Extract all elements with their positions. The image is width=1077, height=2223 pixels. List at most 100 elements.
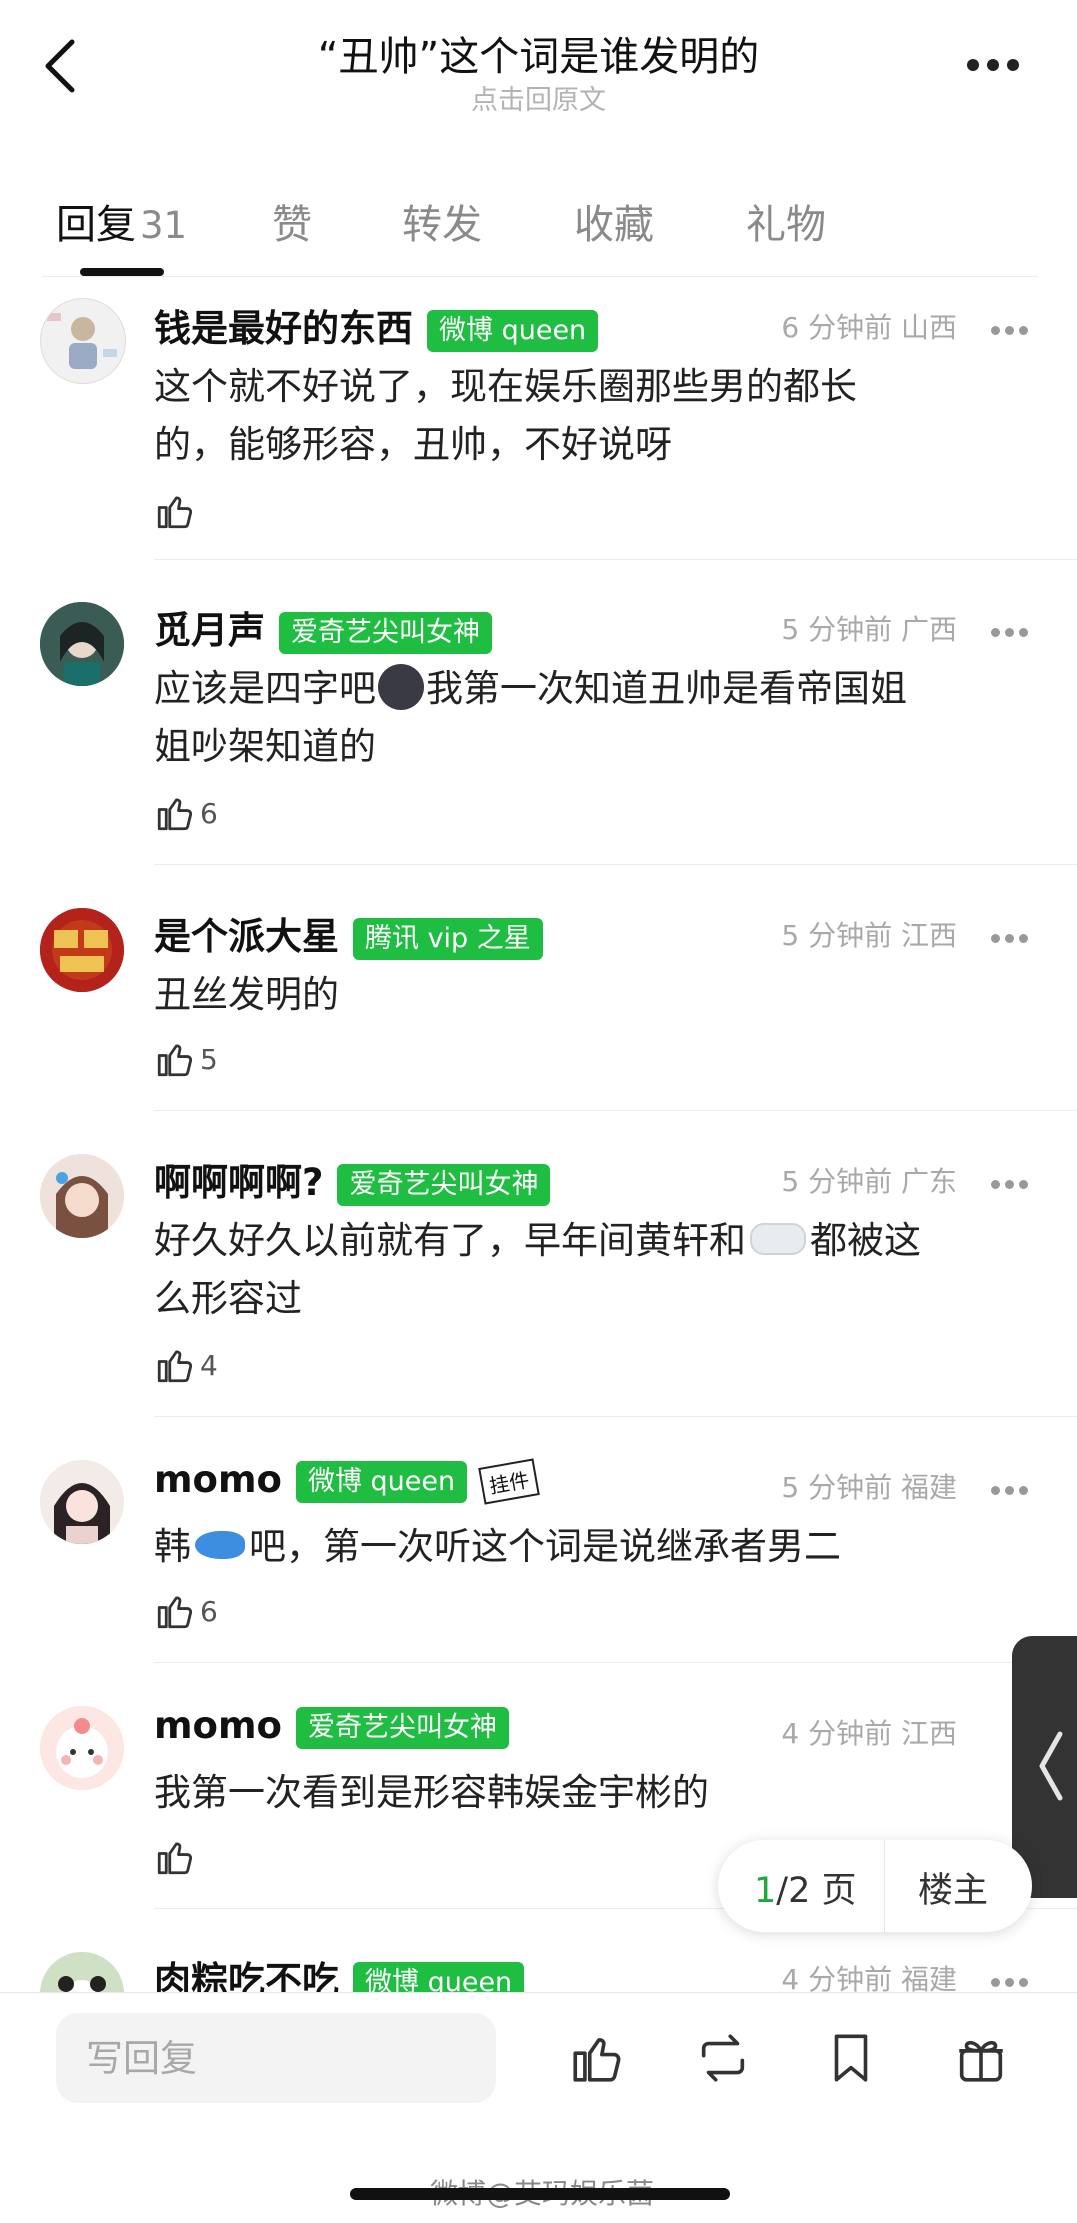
divider xyxy=(154,1416,1077,1417)
vip-badge[interactable]: 腾讯 vip 之星 xyxy=(353,917,543,960)
like-button[interactable]: 6 xyxy=(154,792,218,836)
user-name[interactable]: 觅月声 爱奇艺尖叫女神 xyxy=(154,600,492,654)
active-tab-indicator xyxy=(80,268,164,276)
thumbs-up-icon xyxy=(157,1842,193,1875)
user-name[interactable]: 钱是最好的东西 微博 queen xyxy=(154,298,599,352)
like-button[interactable] xyxy=(154,1836,196,1880)
comment-more-icon[interactable] xyxy=(991,1174,1037,1189)
comment-time: 5 分钟前 xyxy=(781,919,893,952)
repost-icon[interactable] xyxy=(694,2029,752,2087)
comment-text-segment: 都被这 xyxy=(810,1219,921,1262)
more-options-icon[interactable] xyxy=(967,56,1029,71)
user-name[interactable]: momo 爱奇艺尖叫女神 xyxy=(154,1704,509,1749)
tab-reposts[interactable]: 转发 xyxy=(402,192,482,250)
new-moon-face-emoji-icon xyxy=(378,663,424,710)
tab-replies-label: 回复 xyxy=(56,202,136,248)
user-name-text: 钱是最好的东西 xyxy=(154,307,413,350)
comment-line: 我第一次看到是形容韩娱金宇彬的 xyxy=(154,1771,709,1814)
avatar[interactable] xyxy=(40,908,124,992)
comment-line: 应该是四字吧 我第一次知道丑帅是看帝国姐 xyxy=(154,660,1024,718)
like-count: 5 xyxy=(200,1042,218,1076)
user-name[interactable]: 是个派大星 腾讯 vip 之星 xyxy=(154,906,543,960)
vip-badge[interactable]: 微博 queen xyxy=(427,309,599,352)
comment-text[interactable]: 我第一次看到是形容韩娱金宇彬的 xyxy=(154,1764,1024,1822)
comment-more-icon[interactable] xyxy=(991,928,1037,943)
tab-gifts[interactable]: 礼物 xyxy=(746,192,826,250)
comment-list[interactable]: 钱是最好的东西 微博 queen 6 分钟前 山西 这个就不好说了，现在娱乐圈那些… xyxy=(0,278,1077,1992)
user-name-text: 觅月声 xyxy=(154,609,265,652)
divider xyxy=(154,864,1077,865)
comment-text[interactable]: 好久好久以前就有了，早年间黄轩和 都被这 么形容过 xyxy=(154,1212,1024,1328)
owner-only-button[interactable]: 楼主 xyxy=(918,1862,988,1913)
comment-line: 么形容过 xyxy=(154,1277,302,1320)
comment-more-icon[interactable] xyxy=(991,1972,1037,1987)
comment-text[interactable]: 韩 吧，第一次听这个词是说继承者男二 xyxy=(154,1518,1024,1576)
comment-time: 5 分钟前 xyxy=(781,1165,893,1198)
avatar[interactable] xyxy=(40,1952,124,1992)
divider xyxy=(884,1840,885,1932)
gift-icon[interactable] xyxy=(952,2029,1010,2087)
comment-location: 江西 xyxy=(900,1717,957,1750)
vip-badge[interactable]: 微博 queen xyxy=(295,1460,468,1503)
tab-bar: 回复 31 赞 转发 收藏 礼物 xyxy=(0,178,1077,278)
thumbs-up-icon xyxy=(157,496,193,529)
user-name[interactable]: 肉粽吃不吃 微博 queen xyxy=(154,1950,525,1992)
comment-text[interactable]: 应该是四字吧 我第一次知道丑帅是看帝国姐 姐吵架知道的 xyxy=(154,660,1024,776)
thumbs-up-icon xyxy=(157,1350,193,1383)
avatar[interactable] xyxy=(40,298,126,384)
thumbs-up-icon xyxy=(157,798,193,831)
home-indicator[interactable] xyxy=(350,2188,730,2200)
comment-more-icon[interactable] xyxy=(991,622,1037,637)
comment-line: 姐吵架知道的 xyxy=(154,725,376,768)
like-count: 6 xyxy=(200,1594,218,1628)
avatar[interactable] xyxy=(40,1154,124,1238)
comment-meta: 4 分钟前 江西 xyxy=(781,1712,957,1752)
comment-location: 福建 xyxy=(900,1963,957,1992)
vip-badge[interactable]: 爱奇艺尖叫女神 xyxy=(337,1163,551,1206)
divider xyxy=(154,559,1077,560)
comment-time: 4 分钟前 xyxy=(781,1717,893,1750)
comment-text-segment: 吧，第一次听这个词是说继承者男二 xyxy=(249,1525,841,1568)
user-name-text: momo xyxy=(154,1458,282,1501)
comment-line: 好久好久以前就有了，早年间黄轩和 都被这 xyxy=(154,1212,1024,1270)
avatar[interactable] xyxy=(40,1460,124,1544)
bookmark-icon[interactable] xyxy=(822,2029,880,2087)
nav-header: “丑帅”这个词是谁发明的 点击回原文 xyxy=(0,0,1077,140)
user-name[interactable]: 啊啊啊啊? 爱奇艺尖叫女神 xyxy=(154,1152,551,1206)
page-indicator[interactable]: 1/2 页 xyxy=(754,1862,856,1913)
comment-line: 的，能够形容，丑帅，不好说呀 xyxy=(154,423,672,466)
user-name-text: 肉粽吃不吃 xyxy=(154,1959,339,1992)
like-count: 4 xyxy=(200,1348,218,1382)
page-navigator[interactable]: 1/2 页 楼主 xyxy=(718,1840,1032,1932)
view-original-link[interactable]: 点击回原文 xyxy=(0,78,1077,117)
avatar[interactable] xyxy=(40,1706,124,1790)
like-button[interactable]: 5 xyxy=(154,1038,218,1082)
comment-text-segment: 好久好久以前就有了，早年间黄轩和 xyxy=(154,1219,746,1262)
comment-meta: 4 分钟前 福建 xyxy=(781,1958,957,1992)
comment-time: 4 分钟前 xyxy=(781,1963,893,1992)
tab-favorites[interactable]: 收藏 xyxy=(574,192,654,250)
like-button[interactable]: 6 xyxy=(154,1590,218,1634)
comment-location: 广西 xyxy=(900,613,957,646)
like-button[interactable] xyxy=(154,490,196,534)
vip-badge[interactable]: 爱奇艺尖叫女神 xyxy=(279,611,492,654)
divider xyxy=(42,276,1038,277)
vip-badge[interactable]: 爱奇艺尖叫女神 xyxy=(295,1706,509,1749)
user-name[interactable]: momo 微博 queen 挂件 xyxy=(154,1458,540,1505)
comment-line: 韩 吧，第一次听这个词是说继承者男二 xyxy=(154,1518,1024,1576)
reply-input[interactable] xyxy=(56,2013,496,2103)
comment-text[interactable]: 丑丝发明的 xyxy=(154,966,1024,1024)
like-button[interactable]: 4 xyxy=(154,1344,218,1388)
comment-text[interactable]: 这个就不好说了，现在娱乐圈那些男的都长 的，能够形容，丑帅，不好说呀 xyxy=(154,358,1024,474)
comment-location: 广东 xyxy=(900,1165,957,1198)
pendant-tag[interactable]: 挂件 xyxy=(478,1458,540,1505)
comment-more-icon[interactable] xyxy=(991,1480,1037,1495)
comment-meta: 5 分钟前 江西 xyxy=(781,914,957,954)
tab-replies[interactable]: 回复 31 xyxy=(56,192,187,250)
tab-likes[interactable]: 赞 xyxy=(272,192,312,250)
cloud-emoji-icon xyxy=(750,1222,806,1255)
vip-badge[interactable]: 微博 queen xyxy=(353,1961,525,1992)
like-icon[interactable] xyxy=(568,2029,626,2087)
comment-more-icon[interactable] xyxy=(991,320,1037,335)
avatar[interactable] xyxy=(40,602,124,686)
